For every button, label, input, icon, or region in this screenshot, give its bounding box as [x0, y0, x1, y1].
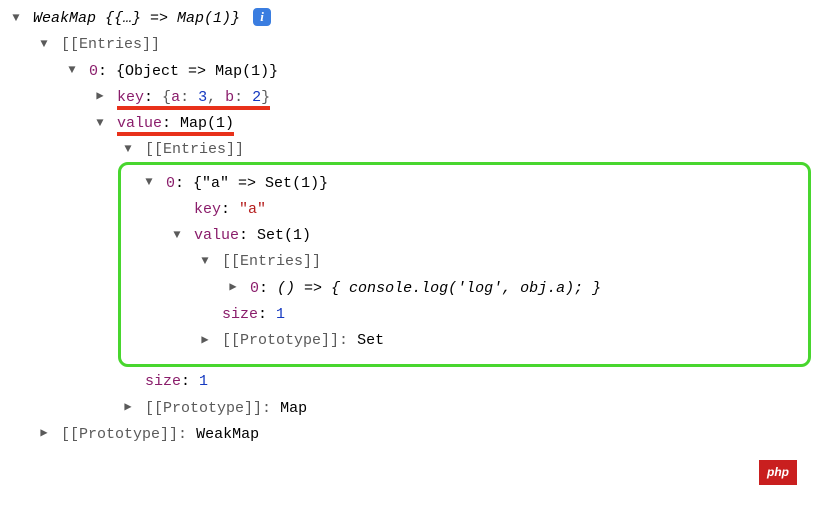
inner-key-value: "a" — [239, 201, 266, 218]
set-proto-label: [[Prototype]] — [222, 332, 339, 349]
root-prototype-row[interactable]: ▶ [[Prototype]]: WeakMap — [10, 422, 811, 448]
collapse-arrow-icon[interactable]: ▶ — [38, 423, 50, 444]
key-b-name: b — [225, 89, 234, 106]
set-entry-fn: () => { console.log('log', obj.a); } — [277, 280, 601, 297]
set-entry-0[interactable]: ▶ 0: () => { console.log('log', obj.a); … — [133, 276, 798, 302]
entry-value-row[interactable]: ▼ value: Map(1) — [10, 111, 811, 137]
inner-entries-section[interactable]: ▼ [[Entries]] — [10, 137, 811, 163]
inner-entry-index: 0 — [166, 175, 175, 192]
expand-arrow-icon[interactable]: ▼ — [94, 113, 106, 134]
expand-arrow-icon[interactable]: ▼ — [199, 251, 211, 272]
info-icon[interactable]: i — [253, 8, 271, 26]
entries-label: [[Entries]] — [61, 36, 160, 53]
set-entries-label: [[Entries]] — [222, 253, 321, 270]
expand-arrow-icon[interactable]: ▼ — [122, 139, 134, 160]
inner-entries-label: [[Entries]] — [145, 141, 244, 158]
inner-entry-summary: {"a" => Set(1)} — [193, 175, 328, 192]
map-size-label: size — [145, 373, 181, 390]
map-proto-value: Map — [280, 400, 307, 417]
set-entries-section[interactable]: ▼ [[Entries]] — [133, 249, 798, 275]
map-size-value: 1 — [199, 373, 208, 390]
set-size-value: 1 — [276, 306, 285, 323]
root-type: WeakMap — [33, 10, 105, 27]
set-prototype-row[interactable]: ▶ [[Prototype]]: Set — [133, 328, 798, 354]
collapse-arrow-icon[interactable]: ▶ — [122, 397, 134, 418]
expand-arrow-icon[interactable]: ▼ — [66, 60, 78, 81]
map-proto-label: [[Prototype]] — [145, 400, 262, 417]
inner-key-label: key — [194, 201, 221, 218]
key-a-name: a — [171, 89, 180, 106]
inner-value-row[interactable]: ▼ value: Set(1) — [133, 223, 798, 249]
key-close: } — [261, 89, 270, 106]
map-prototype-row[interactable]: ▶ [[Prototype]]: Map — [10, 396, 811, 422]
root-proto-value: WeakMap — [196, 426, 259, 443]
value-map: Map(1) — [180, 115, 234, 132]
key-b-value: 2 — [252, 89, 261, 106]
set-size-label: size — [222, 306, 258, 323]
entry-index: 0 — [89, 63, 98, 80]
key-open: { — [162, 89, 171, 106]
inner-entry-0[interactable]: ▼ 0: {"a" => Set(1)} — [133, 171, 798, 197]
expand-arrow-icon[interactable]: ▼ — [10, 8, 22, 29]
key-sep: , — [207, 89, 225, 106]
expand-arrow-icon[interactable]: ▼ — [38, 34, 50, 55]
inner-key-row: key: "a" — [133, 197, 798, 223]
collapse-arrow-icon[interactable]: ▶ — [94, 86, 106, 107]
expand-arrow-icon[interactable]: ▼ — [143, 172, 155, 193]
inner-set-label: Set(1) — [257, 227, 311, 244]
watermark-badge: php — [759, 460, 797, 485]
entry-key-row[interactable]: ▶ key: {a: 3, b: 2} — [10, 85, 811, 111]
set-size-row: size: 1 — [133, 302, 798, 328]
root-proto-label: [[Prototype]] — [61, 426, 178, 443]
map-size-row: size: 1 — [10, 369, 811, 395]
value-label: value — [117, 115, 162, 132]
expand-arrow-icon[interactable]: ▼ — [171, 225, 183, 246]
root-summary[interactable]: ▼ WeakMap {{…} => Map(1)} i — [10, 6, 811, 32]
inner-value-label: value — [194, 227, 239, 244]
entries-section[interactable]: ▼ [[Entries]] — [10, 32, 811, 58]
entry-0[interactable]: ▼ 0: {Object => Map(1)} — [10, 59, 811, 85]
highlighted-box: ▼ 0: {"a" => Set(1)} key: "a" ▼ value: S… — [118, 162, 811, 368]
set-proto-value: Set — [357, 332, 384, 349]
key-a-value: 3 — [198, 89, 207, 106]
entry-preview: {Object => Map(1)} — [116, 63, 278, 80]
set-entry-index: 0 — [250, 280, 259, 297]
root-preview: {{…} => Map(1)} — [105, 10, 240, 27]
key-label: key — [117, 89, 144, 106]
collapse-arrow-icon[interactable]: ▶ — [199, 330, 211, 351]
collapse-arrow-icon[interactable]: ▶ — [227, 277, 239, 298]
